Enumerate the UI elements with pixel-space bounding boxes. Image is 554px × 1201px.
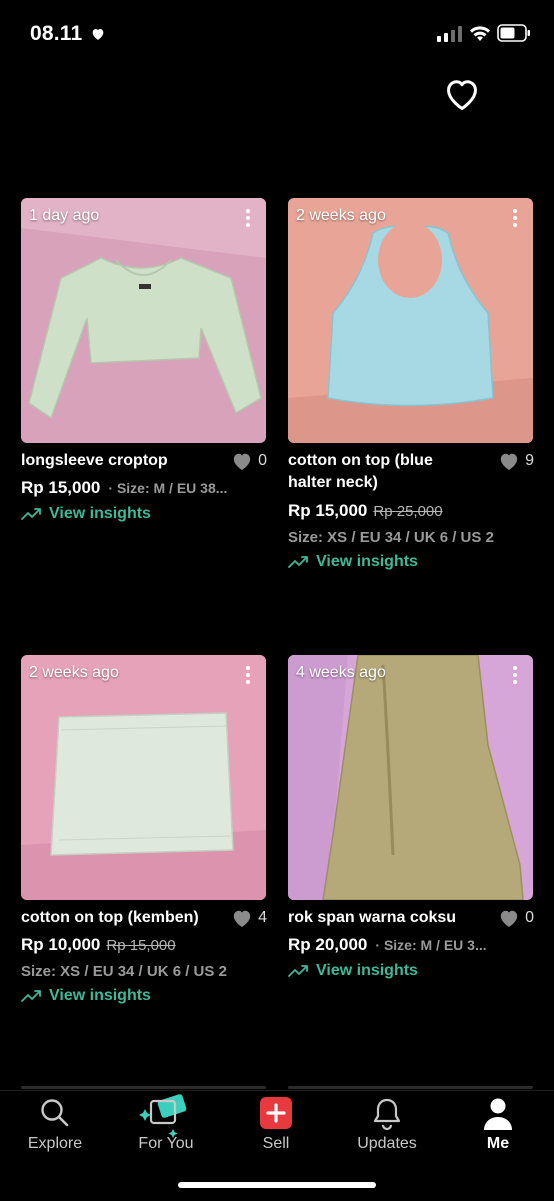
for-you-icon — [139, 1094, 187, 1138]
heart-icon — [92, 29, 104, 40]
like-count: 4 — [258, 909, 267, 926]
size-label: · Size: M / EU 38... — [108, 480, 228, 496]
home-indicator — [178, 1182, 376, 1188]
view-insights-label: View insights — [316, 962, 418, 979]
heart-icon — [500, 910, 518, 928]
heart-icon — [233, 910, 251, 928]
heart-icon — [233, 453, 251, 471]
listing-title-line: cotton on top (blue — [288, 452, 433, 469]
status-bar: 08.11 — [0, 0, 554, 70]
tab-label: For You — [138, 1135, 194, 1152]
listing-age: 1 day ago — [29, 207, 100, 224]
search-icon — [41, 1099, 69, 1127]
more-options-icon[interactable] — [238, 664, 258, 686]
bell-icon — [373, 1098, 401, 1131]
tab-updates[interactable]: Updates — [332, 1091, 442, 1161]
listing-title[interactable]: rok span warna coksu — [288, 907, 456, 929]
like-button[interactable]: 0 — [498, 908, 534, 928]
like-count: 0 — [525, 909, 534, 926]
plus-icon — [260, 1097, 292, 1129]
listing-card[interactable]: 2 weeks ago cotton on top (kemben) 4 Rp … — [21, 655, 267, 1015]
more-options-icon[interactable] — [505, 664, 525, 686]
product-image — [288, 655, 533, 900]
next-listing-edge — [288, 1086, 533, 1089]
size-label: Size: XS / EU 34 / UK 6 / US 2 — [21, 963, 227, 980]
listing-title-line: halter neck) — [288, 474, 378, 491]
listing-card[interactable]: 4 weeks ago rok span warna coksu 0 Rp 20… — [288, 655, 534, 995]
size-label: · Size: M / EU 3... — [375, 937, 487, 953]
listing-photo[interactable]: 1 day ago — [21, 198, 266, 443]
price-row: Rp 15,000 · Size: M / EU 38... — [21, 478, 267, 498]
tab-label: Sell — [262, 1135, 290, 1152]
listing-card[interactable]: 1 day ago longsleeve croptop 0 Rp 15,000… — [21, 198, 267, 538]
price-row: Rp 20,000 · Size: M / EU 3... — [288, 935, 534, 955]
more-options-icon[interactable] — [505, 207, 525, 229]
price: Rp 15,000 — [288, 501, 368, 520]
tab-label: Explore — [27, 1135, 83, 1152]
price: Rp 10,000 — [21, 935, 101, 954]
listing-photo[interactable]: 4 weeks ago — [288, 655, 533, 900]
tab-sell[interactable]: Sell — [221, 1091, 331, 1161]
like-count: 9 — [525, 452, 534, 469]
trending-up-icon — [21, 990, 41, 1002]
trending-up-icon — [288, 556, 308, 568]
like-button[interactable]: 4 — [231, 908, 267, 928]
product-image — [21, 198, 266, 443]
price: Rp 15,000 — [21, 478, 101, 497]
original-price: Rp 15,000 — [106, 937, 176, 954]
tab-label: Me — [486, 1135, 510, 1152]
tab-explore[interactable]: Explore — [0, 1091, 110, 1161]
price-row: Rp 10,000 Rp 15,000 — [21, 935, 267, 955]
listing-photo[interactable]: 2 weeks ago — [288, 198, 533, 443]
product-image — [288, 198, 533, 443]
listing-title[interactable]: cotton on top (blue halter neck) — [288, 450, 488, 494]
listing-age: 2 weeks ago — [296, 207, 386, 224]
more-options-icon[interactable] — [238, 207, 258, 229]
view-insights-link[interactable]: View insights — [21, 987, 151, 1005]
cellular-signal-icon — [437, 26, 462, 42]
tab-for-you[interactable]: For You — [111, 1091, 221, 1161]
view-insights-link[interactable]: View insights — [21, 505, 151, 523]
tab-me[interactable]: Me — [443, 1091, 553, 1161]
battery-icon — [497, 24, 530, 42]
original-price: Rp 25,000 — [373, 503, 443, 520]
next-listing-edge — [21, 1086, 266, 1089]
view-insights-label: View insights — [49, 505, 151, 522]
status-time: 08.11 — [30, 22, 83, 45]
listing-age: 4 weeks ago — [296, 664, 386, 681]
view-insights-label: View insights — [49, 987, 151, 1004]
wifi-icon — [470, 26, 490, 41]
tab-label: Updates — [357, 1135, 417, 1152]
listing-title[interactable]: cotton on top (kemben) — [21, 907, 199, 929]
like-button[interactable]: 0 — [231, 451, 267, 471]
trending-up-icon — [288, 965, 308, 977]
favorites-heart-icon[interactable] — [443, 76, 481, 114]
price: Rp 20,000 — [288, 935, 368, 954]
view-insights-link[interactable]: View insights — [288, 553, 418, 571]
view-insights-link[interactable]: View insights — [288, 962, 418, 980]
heart-icon — [500, 453, 518, 471]
view-insights-label: View insights — [316, 553, 418, 570]
listing-photo[interactable]: 2 weeks ago — [21, 655, 266, 900]
like-count: 0 — [258, 452, 267, 469]
product-image — [21, 655, 266, 900]
listing-title[interactable]: longsleeve croptop — [21, 450, 168, 472]
person-icon — [484, 1098, 512, 1130]
price-row: Rp 15,000 Rp 25,000 — [288, 501, 534, 521]
size-label: Size: XS / EU 34 / UK 6 / US 2 — [288, 529, 494, 546]
like-button[interactable]: 9 — [498, 451, 534, 471]
listing-age: 2 weeks ago — [29, 664, 119, 681]
trending-up-icon — [21, 508, 41, 520]
listing-card[interactable]: 2 weeks ago cotton on top (blue halter n… — [288, 198, 534, 578]
